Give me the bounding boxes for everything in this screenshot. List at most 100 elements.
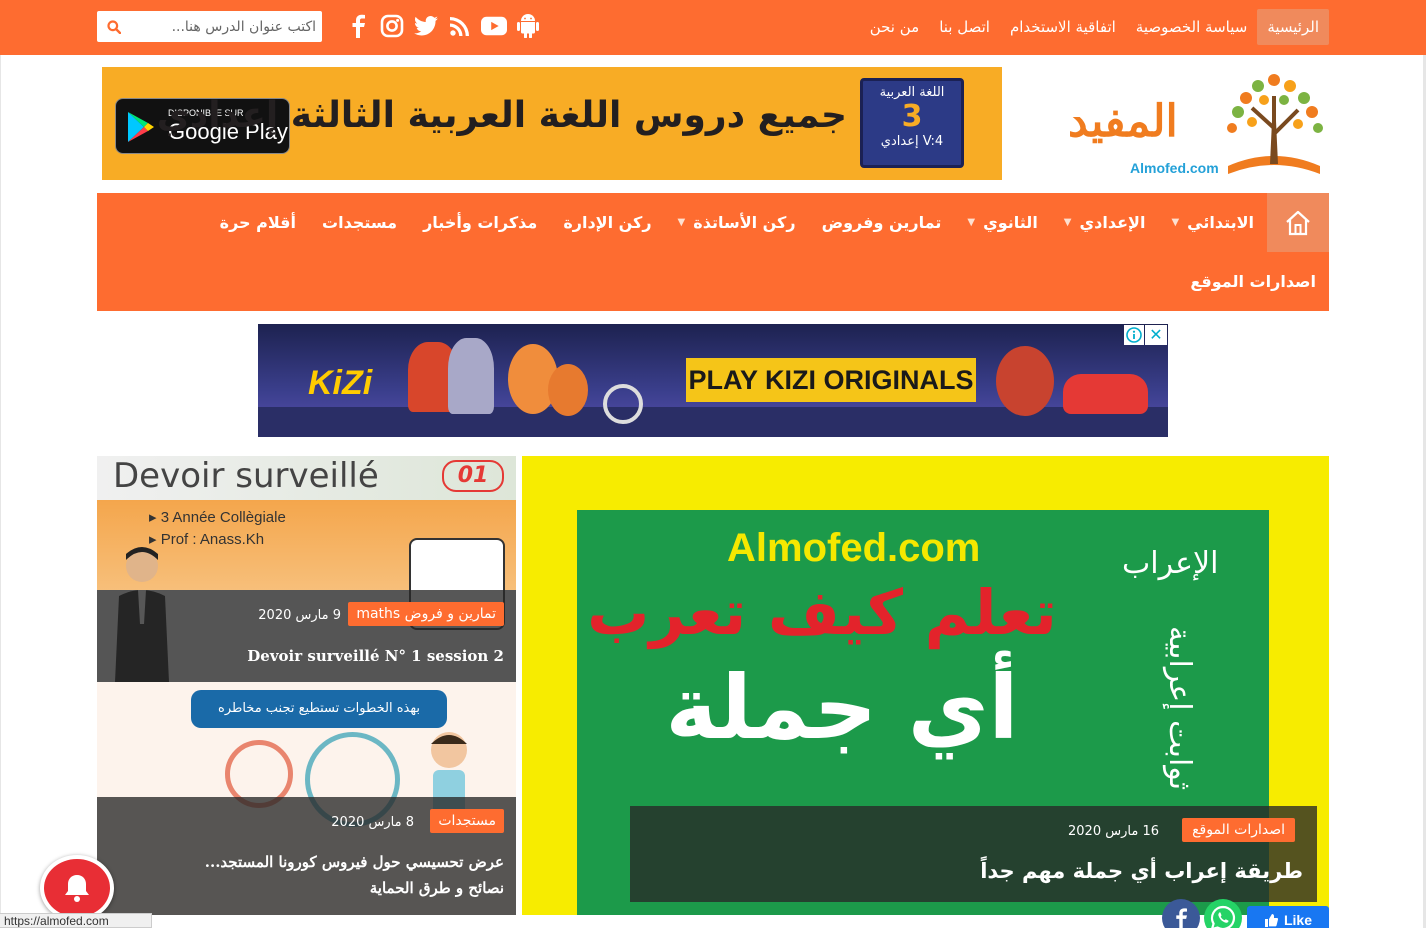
- search-button[interactable]: [101, 15, 127, 38]
- ad-bike: [603, 384, 643, 424]
- post-title-line2[interactable]: نصائح و طرق الحماية: [370, 879, 504, 897]
- post-date: 9 مارس 2020: [258, 608, 341, 623]
- top-nav-about[interactable]: من نحن: [860, 9, 930, 45]
- top-nav-privacy[interactable]: سياسة الخصوصية: [1126, 9, 1258, 45]
- bell-icon: [65, 875, 89, 902]
- post-caption: تمارين و فروض maths 9 مارس 2020 Devoir s…: [97, 590, 516, 682]
- post-image-line2-text: Prof : Anass.Kh: [160, 531, 265, 548]
- post-image-number: 01: [442, 460, 504, 492]
- book-cover: اللغة العربية 3 إعدادي V:4: [860, 78, 964, 168]
- post-date: 8 مارس 2020: [331, 815, 414, 830]
- facebook-icon: [1176, 908, 1187, 928]
- rss-icon[interactable]: [447, 12, 473, 40]
- nav-high-school[interactable]: الثانوي ▼: [954, 213, 1050, 232]
- post-caption: مستجدات 8 مارس 2020 عرض تحسيسي حول فيروس…: [97, 797, 516, 915]
- nav-updates[interactable]: مستجدات: [309, 213, 410, 232]
- post-image-line1-text: 3 Année Collègiale: [160, 509, 286, 526]
- chevron-down-icon: ▼: [1171, 217, 1180, 228]
- info-icon: [1126, 327, 1142, 343]
- ad-character-king: [448, 338, 494, 414]
- book-level: إعدادي V:4: [880, 134, 944, 149]
- chevron-down-icon: ▼: [677, 217, 686, 228]
- nav-updates-label: مستجدات: [322, 213, 398, 232]
- nav-teachers[interactable]: ركن الأساتذة ▼: [665, 213, 809, 232]
- nav-site-releases[interactable]: اصدارات الموقع: [1190, 272, 1316, 291]
- chevron-down-icon: ▼: [967, 217, 976, 228]
- nav-primary[interactable]: الابتدائي ▼: [1158, 213, 1267, 232]
- ad-close-button[interactable]: ✕: [1145, 325, 1167, 345]
- ad-car: [1063, 374, 1148, 414]
- featured-image-side2: ثوابت إعرابية: [1162, 626, 1197, 791]
- featured-date: 16 مارس 2020: [1068, 824, 1159, 839]
- featured-image-domain: Almofed.com: [727, 526, 981, 570]
- featured-title[interactable]: طريقة إعراب أي جملة مهم جداً: [980, 859, 1303, 883]
- google-play-icon: [128, 112, 154, 142]
- social-links: [345, 12, 541, 40]
- nav-teachers-label: ركن الأساتذة: [693, 213, 796, 232]
- twitter-icon[interactable]: [413, 12, 439, 40]
- post-image-title: Devoir surveillé: [113, 456, 379, 496]
- facebook-like-button[interactable]: Like: [1247, 906, 1329, 928]
- nav-free-pens-label: أقلام حرة: [219, 213, 296, 232]
- featured-caption: اصدارات الموقع 16 مارس 2020 طريقة إعراب …: [630, 806, 1317, 902]
- thumbs-up-icon: [1264, 914, 1278, 927]
- page-left-border: [0, 55, 1, 928]
- ad-character-panda: [996, 346, 1054, 416]
- nav-administration[interactable]: ركن الإدارة: [550, 213, 664, 232]
- nav-high-school-label: الثانوي: [983, 213, 1038, 232]
- side-post[interactable]: Devoir surveillé 01 ▸ 3 Année Collègiale…: [97, 456, 516, 682]
- home-icon: [1286, 210, 1310, 235]
- book-grade: 3: [901, 99, 923, 134]
- nav-administration-label: ركن الإدارة: [563, 213, 652, 232]
- featured-image-line2: أي جملة: [665, 656, 1019, 759]
- nav-exercises-label: تمارين وفروض: [821, 213, 942, 232]
- side-post[interactable]: بهذه الخطوات تستطيع تجنب مخاطره مستجدات …: [97, 682, 516, 915]
- search-box: [97, 11, 322, 42]
- instagram-icon[interactable]: [379, 12, 405, 40]
- nav-exercises[interactable]: تمارين وفروض: [809, 213, 955, 232]
- top-nav-contact[interactable]: اتصل بنا: [929, 9, 1000, 45]
- logo-domain: Almofed.com: [1130, 160, 1219, 176]
- main-nav-row-2: اصدارات الموقع: [1190, 252, 1316, 311]
- advertisement-banner[interactable]: KiZi PLAY KIZI ORIGINALS ✕: [258, 324, 1168, 437]
- banner-headline: جميع دروس اللغة العربية الثالثة إعدادي: [156, 95, 847, 136]
- featured-category[interactable]: اصدارات الموقع: [1182, 818, 1295, 842]
- nav-middle-school-label: الإعدادي: [1079, 213, 1146, 232]
- main-nav: الابتدائي ▼ الإعدادي ▼ الثانوي ▼ تمارين وفر…: [97, 193, 1329, 311]
- logo-wordmark: المفيد: [1068, 96, 1178, 147]
- android-icon[interactable]: [515, 12, 541, 40]
- featured-image-line1: تعلم كيف تعرب: [587, 576, 1057, 649]
- nav-notes-news-label: مذكرات وأخبار: [423, 213, 538, 232]
- post-title[interactable]: Devoir surveillé N° 1 session 2: [247, 647, 504, 665]
- notification-bell-button[interactable]: [40, 855, 114, 921]
- chevron-down-icon: ▼: [1063, 217, 1072, 228]
- tree-logo-icon: [1227, 74, 1323, 174]
- top-nav: الرئيسية سياسة الخصوصية اتفاقية الاستخدا…: [860, 9, 1329, 45]
- post-category[interactable]: مستجدات: [430, 809, 504, 833]
- post-image-line1: ▸ 3 Année Collègiale: [149, 509, 286, 526]
- nav-middle-school[interactable]: الإعدادي ▼: [1051, 213, 1159, 232]
- featured-image-side1: الإعراب: [1122, 546, 1219, 581]
- nav-notes-news[interactable]: مذكرات وأخبار: [410, 213, 550, 232]
- app-promo-banner[interactable]: DISPONIBLE SUR Google Play جميع دروس الل…: [102, 67, 1002, 180]
- main-nav-row: الابتدائي ▼ الإعدادي ▼ الثانوي ▼ تمارين وفر…: [207, 193, 1267, 252]
- home-button[interactable]: [1267, 193, 1329, 252]
- post-title[interactable]: عرض تحسيسي حول فيروس كورونا المستجد...: [205, 853, 504, 871]
- top-nav-terms[interactable]: اتفاقية الاستخدام: [1000, 9, 1126, 45]
- search-input[interactable]: [136, 11, 316, 42]
- nav-primary-label: الابتدائي: [1187, 213, 1254, 232]
- ad-info-button[interactable]: [1124, 325, 1144, 345]
- ad-brand: KiZi: [308, 364, 373, 402]
- whatsapp-icon: [1210, 905, 1235, 928]
- youtube-icon[interactable]: [481, 12, 507, 40]
- facebook-icon[interactable]: [345, 12, 371, 40]
- ad-headline: PLAY KIZI ORIGINALS: [686, 358, 976, 402]
- site-logo[interactable]: المفيد Almofed.com: [1066, 66, 1330, 178]
- top-nav-home[interactable]: الرئيسية: [1257, 9, 1329, 45]
- search-icon: [107, 19, 121, 34]
- featured-post[interactable]: Almofed.com تعلم كيف تعرب أي جملة الإعرا…: [522, 456, 1329, 915]
- top-bar: الرئيسية سياسة الخصوصية اتفاقية الاستخدا…: [0, 0, 1426, 55]
- nav-free-pens[interactable]: أقلام حرة: [207, 213, 309, 232]
- post-category[interactable]: تمارين و فروض maths: [348, 602, 504, 626]
- post-image-header: بهذه الخطوات تستطيع تجنب مخاطره: [191, 690, 447, 728]
